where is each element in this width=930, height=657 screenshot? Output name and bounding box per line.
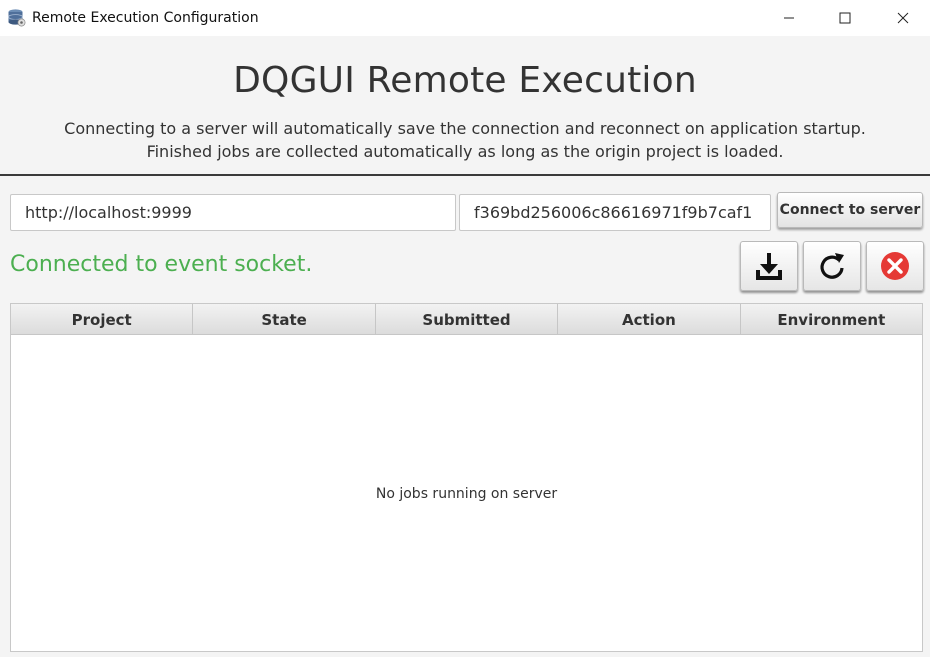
table-header: Project State Submitted Action Environme…	[11, 304, 922, 335]
column-header-environment[interactable]: Environment	[741, 304, 922, 335]
column-header-project[interactable]: Project	[11, 304, 194, 335]
close-button[interactable]	[880, 0, 926, 36]
refresh-icon	[820, 253, 844, 279]
jobs-table[interactable]: Project State Submitted Action Environme…	[10, 303, 923, 652]
window-title: Remote Execution Configuration	[32, 10, 259, 26]
maximize-button[interactable]	[822, 0, 868, 36]
server-url-input[interactable]	[10, 194, 456, 231]
database-app-icon	[7, 8, 26, 27]
refresh-button[interactable]	[803, 241, 861, 291]
connection-status: Connected to event socket.	[10, 252, 313, 277]
disconnect-button[interactable]	[866, 241, 924, 291]
minimize-icon	[784, 17, 794, 19]
download-button[interactable]	[740, 241, 798, 291]
close-icon	[897, 12, 909, 24]
download-icon	[756, 253, 782, 280]
header-divider	[0, 174, 930, 176]
minimize-button[interactable]	[766, 0, 812, 36]
access-key-input[interactable]	[459, 194, 771, 231]
column-header-submitted[interactable]: Submitted	[376, 304, 559, 335]
title-bar: Remote Execution Configuration	[0, 0, 930, 36]
subtitle-line-1: Connecting to a server will automaticall…	[64, 119, 866, 138]
maximize-icon	[839, 12, 851, 24]
page-title: DQGUI Remote Execution	[233, 60, 697, 101]
connect-to-server-button[interactable]: Connect to server	[777, 192, 923, 228]
column-header-state[interactable]: State	[193, 304, 376, 335]
subtitle-line-2: Finished jobs are collected automaticall…	[146, 142, 784, 161]
empty-table-message: No jobs running on server	[375, 486, 558, 502]
header: DQGUI Remote Execution Connecting to a s…	[0, 36, 930, 175]
column-header-action[interactable]: Action	[558, 304, 741, 335]
disconnect-icon	[881, 252, 909, 280]
